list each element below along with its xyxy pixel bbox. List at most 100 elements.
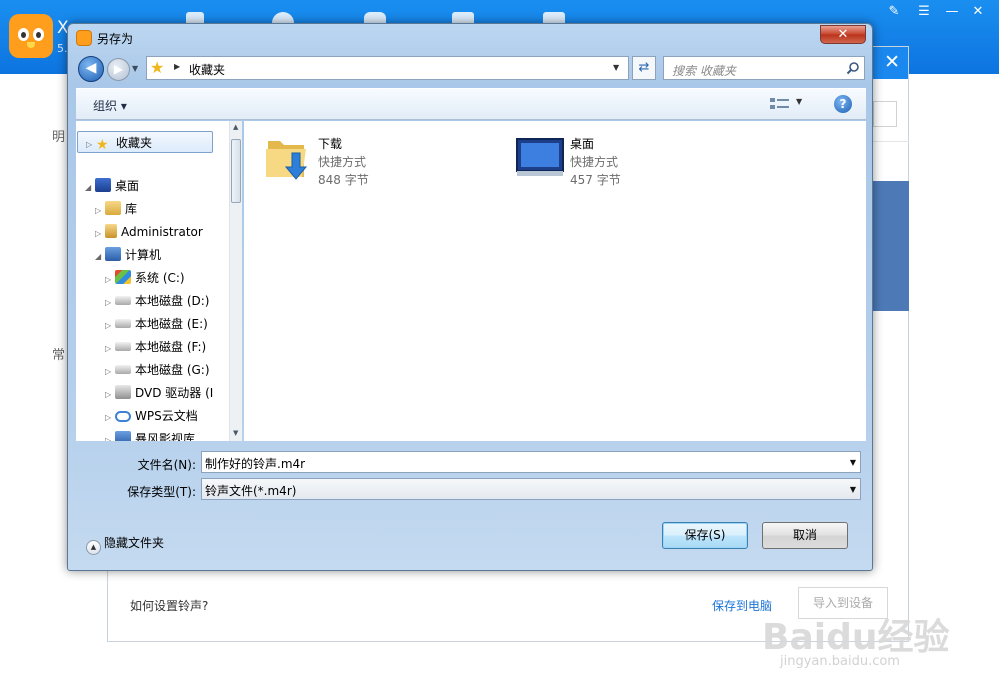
- desktop-icon: [95, 178, 111, 192]
- file-size: 457 字节: [570, 173, 621, 187]
- library-icon: [105, 201, 121, 215]
- drive-icon: [115, 365, 131, 374]
- scroll-down-icon[interactable]: ▼: [233, 429, 238, 437]
- filename-input[interactable]: 制作好的铃声.m4r ▼: [201, 451, 861, 473]
- app-logo-icon: [9, 14, 53, 58]
- dialog-close-button[interactable]: ✕: [820, 25, 866, 44]
- tree-item-label: 本地磁盘 (F:): [135, 340, 207, 354]
- howto-ringtone-text: 如何设置铃声?: [130, 599, 209, 613]
- tree-item-label: 计算机: [125, 248, 162, 262]
- tree-item-drive-c[interactable]: ▷ 系统 (C:): [105, 267, 185, 289]
- filename-dropdown-icon[interactable]: ▼: [850, 458, 856, 467]
- address-current-location[interactable]: 收藏夹: [189, 61, 225, 78]
- dialog-app-icon: [76, 30, 92, 46]
- collapse-icon[interactable]: ◢: [85, 177, 95, 199]
- drive-icon: [115, 342, 131, 351]
- tree-item-administrator[interactable]: ▷ Administrator: [95, 221, 203, 243]
- tree-item-label: 桌面: [115, 179, 140, 193]
- file-name[interactable]: 下载: [318, 135, 342, 152]
- expand-icon[interactable]: ▷: [105, 292, 115, 314]
- media-library-icon: [115, 431, 131, 441]
- file-item-download[interactable]: 下载 快捷方式 848 字节: [264, 129, 464, 189]
- search-placeholder[interactable]: 搜索 收藏夹: [672, 62, 736, 79]
- tree-item-media-library[interactable]: ▷ 暴风影视库: [105, 428, 195, 441]
- baidu-watermark-url: jingyan.baidu.com: [780, 654, 900, 669]
- save-button[interactable]: 保存(S): [662, 522, 748, 549]
- star-icon: ★: [96, 137, 109, 153]
- file-size: 848 字节: [318, 173, 369, 187]
- skin-icon[interactable]: ✎: [886, 5, 902, 19]
- file-name[interactable]: 桌面: [570, 135, 594, 152]
- expand-icon[interactable]: ▷: [95, 200, 105, 222]
- recent-locations-dropdown-icon[interactable]: ▼: [132, 64, 138, 73]
- left-label-2: 常: [52, 348, 66, 363]
- tree-item-label: Administrator: [121, 225, 203, 239]
- search-box[interactable]: 搜索 收藏夹: [663, 56, 865, 80]
- forward-button[interactable]: ▶: [107, 58, 130, 81]
- view-dropdown-icon[interactable]: ▼: [796, 97, 802, 106]
- tree-item-label: 系统 (C:): [135, 271, 185, 285]
- favorites-star-icon: ★: [150, 58, 165, 77]
- chevron-up-icon[interactable]: ▲: [86, 540, 101, 555]
- refresh-button[interactable]: ⇄: [632, 56, 656, 80]
- back-button[interactable]: ◀: [78, 56, 104, 82]
- filetype-label: 保存类型(T):: [127, 485, 196, 499]
- filename-value[interactable]: 制作好的铃声.m4r: [205, 455, 305, 472]
- cloud-icon: [115, 411, 131, 422]
- filetype-select[interactable]: 铃声文件(*.m4r) ▼: [201, 478, 861, 500]
- file-item-desktop[interactable]: 桌面 快捷方式 457 字节: [516, 129, 716, 189]
- expand-icon[interactable]: ▷: [105, 361, 115, 383]
- tree-item-label: 库: [125, 202, 138, 216]
- address-bar[interactable]: ★ ▶ 收藏夹 ▼: [146, 56, 629, 80]
- computer-icon: [105, 247, 121, 261]
- tree-item-label: 本地磁盘 (E:): [135, 317, 208, 331]
- expand-icon[interactable]: ▷: [105, 269, 115, 291]
- tree-item-library[interactable]: ▷ 库: [95, 198, 137, 220]
- navigation-scrollbar[interactable]: ▲ ▼: [229, 121, 242, 441]
- ringtone-modal-close-icon[interactable]: ✕: [884, 52, 900, 72]
- filename-label: 文件名(N):: [137, 458, 196, 472]
- tree-item-label: WPS云文档: [135, 409, 198, 423]
- scroll-thumb[interactable]: [231, 139, 241, 203]
- expand-icon[interactable]: ▷: [86, 134, 96, 156]
- tree-item-drive-f[interactable]: ▷ 本地磁盘 (F:): [105, 336, 206, 358]
- address-dropdown-icon[interactable]: ▼: [613, 63, 619, 72]
- ringtone-input-edge: [873, 101, 897, 127]
- collapse-icon[interactable]: ◢: [95, 246, 105, 268]
- hide-folders-toggle[interactable]: ▲ 隐藏文件夹: [86, 534, 164, 555]
- dialog-title: 另存为: [97, 32, 134, 46]
- cancel-button[interactable]: 取消: [762, 522, 848, 549]
- search-icon[interactable]: [846, 61, 860, 75]
- tree-item-label: 本地磁盘 (D:): [135, 294, 210, 308]
- filetype-dropdown-icon[interactable]: ▼: [850, 485, 856, 494]
- menu-icon[interactable]: ☰: [916, 5, 932, 19]
- desktop-shortcut-icon: [516, 138, 564, 176]
- expand-icon[interactable]: ▷: [105, 315, 115, 337]
- scroll-up-icon[interactable]: ▲: [233, 123, 238, 131]
- expand-icon[interactable]: ▷: [105, 338, 115, 360]
- filetype-value[interactable]: 铃声文件(*.m4r): [205, 482, 296, 499]
- tree-item-drive-d[interactable]: ▷ 本地磁盘 (D:): [105, 290, 209, 312]
- tree-item-desktop[interactable]: ◢ 桌面: [85, 175, 139, 197]
- expand-icon[interactable]: ▷: [95, 223, 105, 245]
- drive-icon: [115, 296, 131, 305]
- ringtone-divider: [873, 141, 909, 142]
- expand-icon[interactable]: ▷: [105, 407, 115, 429]
- breadcrumb-separator-icon[interactable]: ▶: [174, 62, 180, 71]
- file-type: 快捷方式: [570, 155, 619, 169]
- tree-item-favorites[interactable]: ▷ ★ 收藏夹: [77, 131, 213, 153]
- tree-item-computer[interactable]: ◢ 计算机: [95, 244, 161, 266]
- tree-item-dvd[interactable]: ▷ DVD 驱动器 (I: [105, 382, 213, 404]
- tree-item-drive-g[interactable]: ▷ 本地磁盘 (G:): [105, 359, 210, 381]
- view-options-icon[interactable]: [770, 97, 790, 111]
- expand-icon[interactable]: ▷: [105, 430, 115, 441]
- help-button[interactable]: ?: [834, 95, 852, 113]
- app-version: 5.: [57, 42, 68, 55]
- organize-menu[interactable]: 组织 ▾: [93, 97, 127, 114]
- tree-item-wps-cloud[interactable]: ▷ WPS云文档: [105, 405, 198, 427]
- command-toolbar: 组织 ▾ ▼ ?: [76, 88, 866, 120]
- app-close-icon[interactable]: ✕: [970, 5, 986, 19]
- minimize-icon[interactable]: —: [944, 5, 960, 19]
- expand-icon[interactable]: ▷: [105, 384, 115, 406]
- tree-item-drive-e[interactable]: ▷ 本地磁盘 (E:): [105, 313, 208, 335]
